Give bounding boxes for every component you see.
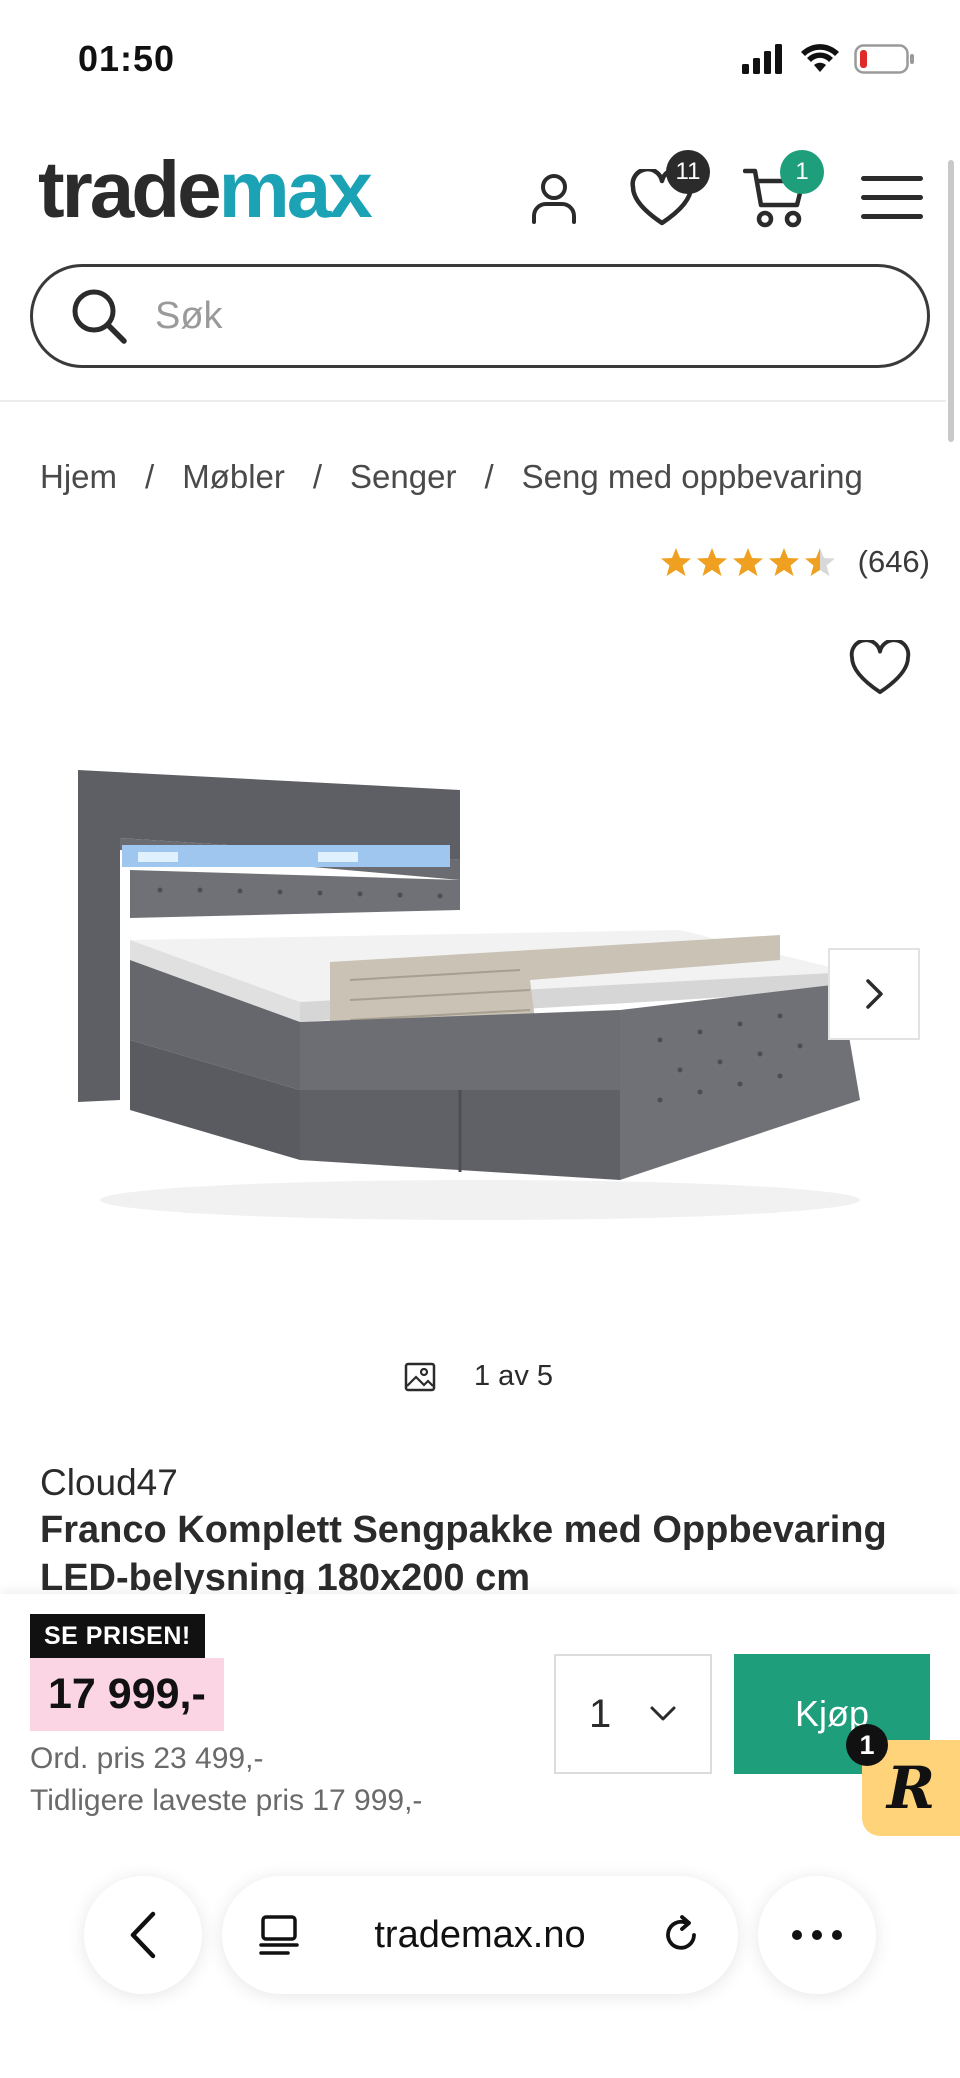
chevron-left-icon [130, 1911, 156, 1959]
product-brand[interactable]: Cloud47 [40, 1462, 178, 1504]
browser-more-button[interactable] [758, 1876, 876, 1994]
quantity-select[interactable]: 1 [554, 1654, 712, 1774]
current-price: 17 999,- [30, 1658, 224, 1731]
header-divider [0, 400, 946, 402]
account-icon [532, 174, 576, 224]
ordinary-price: Ord. pris 23 499,- [30, 1742, 264, 1775]
breadcrumb-separator: / [484, 458, 494, 495]
chevron-right-icon [866, 979, 883, 1009]
search-input[interactable]: Søk [30, 264, 930, 368]
rating-stars-icon [660, 548, 835, 576]
reload-icon[interactable] [660, 1914, 702, 1956]
more-dots-icon [792, 1930, 842, 1940]
site-header: trademax 11 1 [0, 140, 960, 260]
menu-button[interactable] [852, 158, 932, 238]
breadcrumb: Hjem / Møbler / Senger / Seng med oppbev… [40, 458, 863, 496]
promo-label: SE PRISEN! [30, 1614, 205, 1659]
search-placeholder: Søk [155, 294, 223, 337]
image-counter-text: 1 av 5 [474, 1360, 553, 1392]
product-rating[interactable]: (646) [660, 544, 930, 580]
trademax-logo[interactable]: trademax [38, 150, 373, 230]
image-icon [404, 1362, 436, 1391]
breadcrumb-separator: / [312, 458, 323, 495]
breadcrumb-item-seng-med-oppbevaring[interactable]: Seng med oppbevaring [522, 458, 863, 496]
status-bar: 01:50 [0, 0, 960, 120]
quantity-value: 1 [588, 1691, 612, 1736]
scrollbar[interactable] [948, 160, 954, 442]
chevron-down-icon [650, 1706, 676, 1721]
product-title: Franco Komplett Sengpakke med Oppbevarin… [40, 1509, 887, 1599]
page-menu-icon [259, 1915, 299, 1955]
account-button[interactable] [514, 158, 594, 238]
logo-text-max: max [218, 145, 373, 234]
search-icon [72, 289, 127, 344]
browser-url: trademax.no [374, 1913, 586, 1956]
signal-icon [742, 44, 782, 74]
breadcrumb-item-hjem[interactable]: Hjem [40, 458, 117, 496]
image-counter: 1 av 5 [404, 1360, 553, 1393]
breadcrumb-item-senger[interactable]: Senger [350, 458, 456, 496]
lowest-previous-price: Tidligere laveste pris 17 999,- [30, 1784, 423, 1817]
menu-icon [861, 176, 923, 219]
cart-count-badge: 1 [780, 150, 824, 194]
status-icons [742, 44, 916, 74]
battery-low-icon [854, 44, 914, 74]
breadcrumb-separator: / [145, 458, 155, 495]
browser-toolbar: trademax.no [0, 1850, 960, 2078]
heart-outline-icon [849, 640, 911, 695]
logo-text-trade: trade [38, 145, 222, 234]
browser-address-bar[interactable]: trademax.no [222, 1876, 738, 1994]
chat-widget-badge: 1 [846, 1724, 888, 1766]
product-image[interactable] [60, 740, 900, 1240]
cart-button[interactable]: 1 [736, 150, 824, 238]
wifi-icon [801, 44, 839, 72]
browser-back-button[interactable] [84, 1876, 202, 1994]
next-image-button[interactable] [828, 948, 920, 1040]
breadcrumb-item-mobler[interactable]: Møbler [182, 458, 285, 496]
status-time: 01:50 [78, 38, 176, 79]
review-count[interactable]: (646) [858, 544, 930, 580]
wishlist-count-badge: 11 [666, 150, 710, 194]
wishlist-header-button[interactable]: 11 [622, 150, 710, 238]
add-to-wishlist-button[interactable] [840, 628, 920, 708]
